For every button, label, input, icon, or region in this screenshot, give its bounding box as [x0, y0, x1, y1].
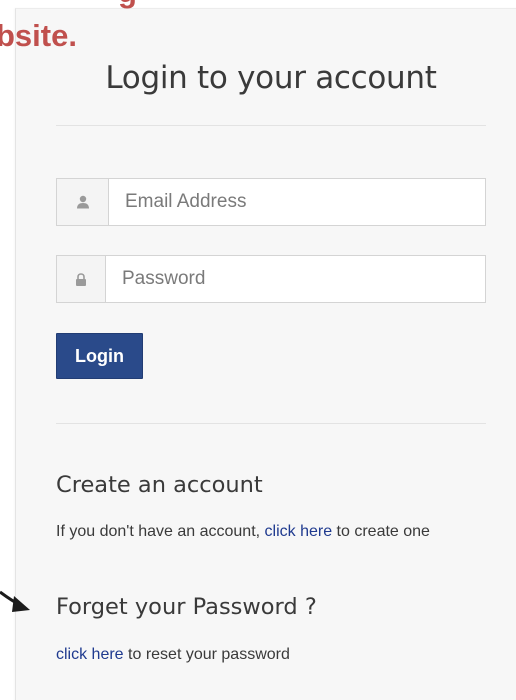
annotation-caption-top: g: [118, 0, 137, 10]
divider: [56, 423, 486, 424]
login-button[interactable]: Login: [56, 333, 143, 379]
user-icon: [57, 179, 109, 225]
divider: [56, 125, 486, 126]
page-title: Login to your account: [105, 60, 437, 96]
forgot-password-text: click here to reset your password: [56, 641, 496, 669]
annotation-arrow-icon: [0, 590, 30, 612]
create-account-text: If you don't have an account, click here…: [56, 518, 496, 546]
reset-password-link[interactable]: click here: [56, 646, 124, 663]
email-field[interactable]: [109, 179, 485, 225]
password-field[interactable]: [106, 256, 485, 302]
screenshot-stage: g bsite. Login to your account Login Cre…: [0, 0, 516, 700]
create-account-text-after: to create one: [332, 523, 430, 540]
create-account-text-before: If you don't have an account,: [56, 523, 265, 540]
email-input-group: [56, 178, 486, 226]
create-account-heading: Create an account: [56, 472, 263, 498]
forgot-password-text-after: to reset your password: [123, 646, 290, 663]
password-input-group: [56, 255, 486, 303]
create-account-link[interactable]: click here: [265, 523, 333, 540]
lock-icon: [57, 256, 106, 302]
annotation-caption: bsite.: [0, 18, 77, 53]
forgot-password-heading: Forget your Password ?: [56, 594, 317, 620]
